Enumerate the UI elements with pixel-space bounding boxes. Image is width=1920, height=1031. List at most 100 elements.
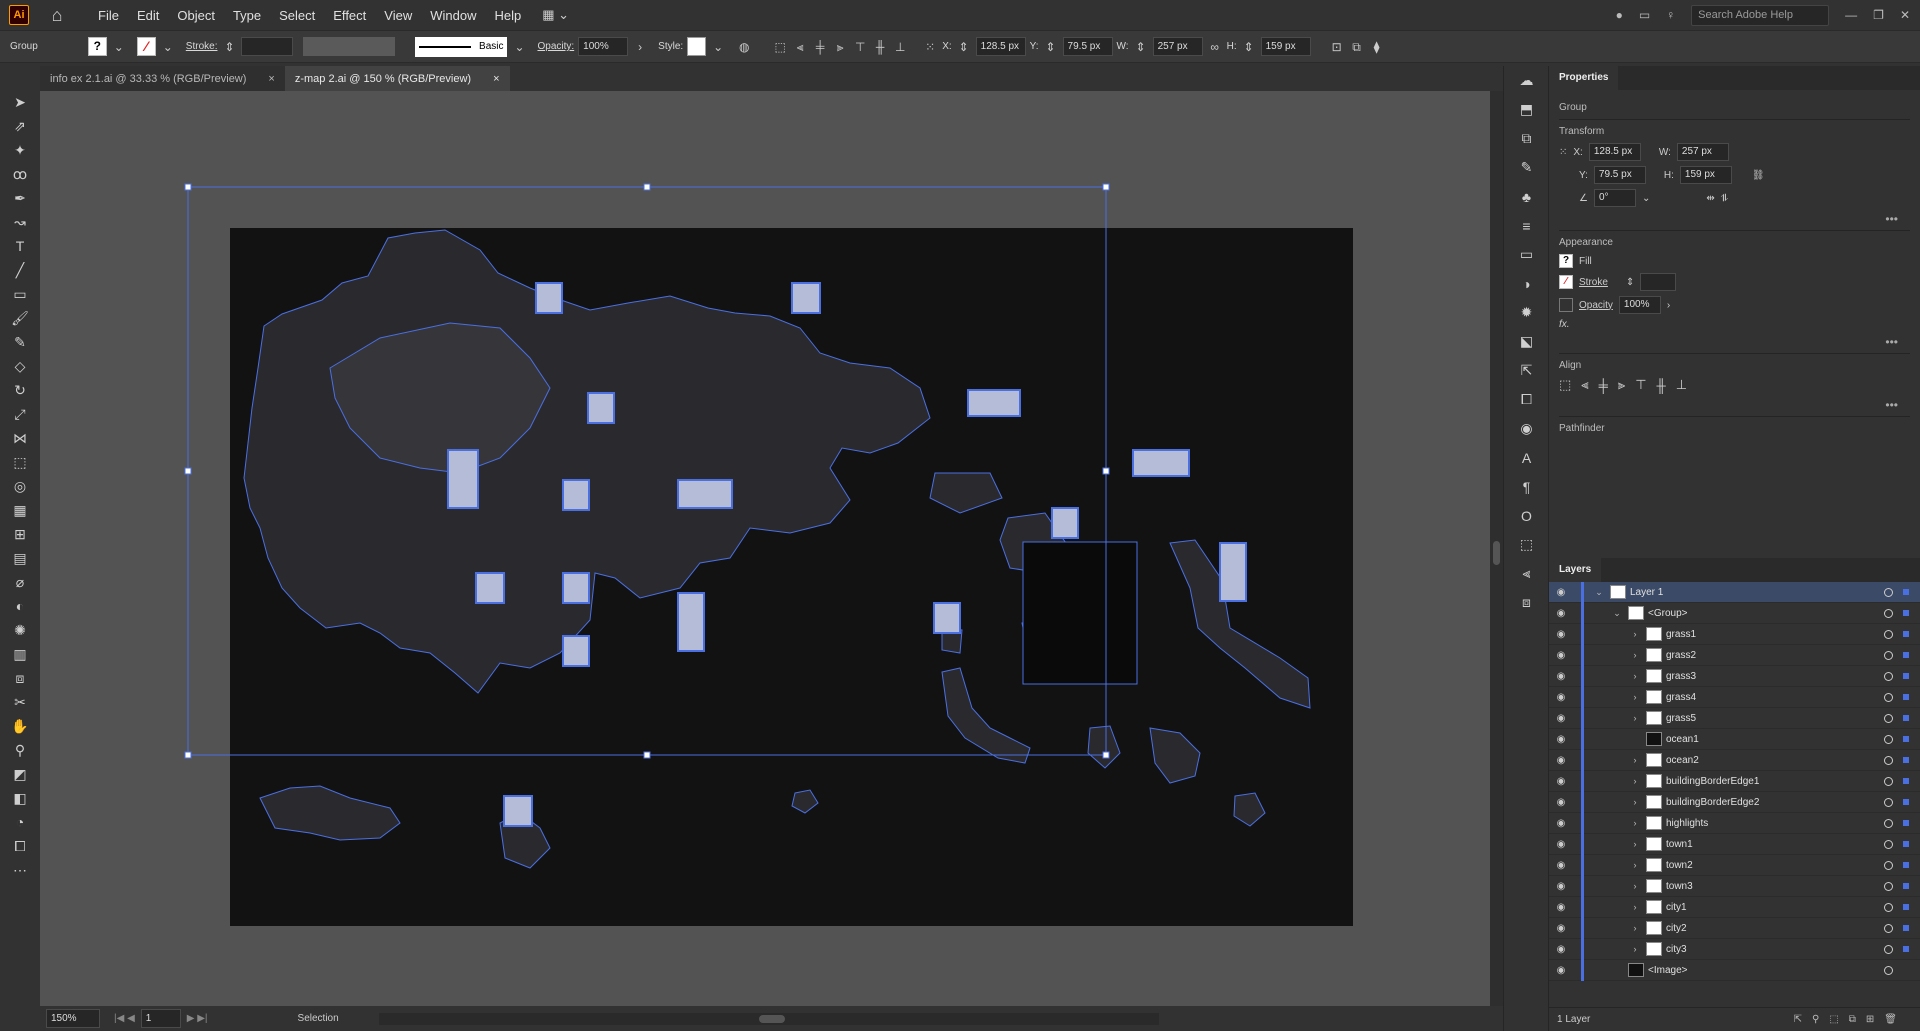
layer-row[interactable]: ◉ › city1 <box>1549 896 1920 918</box>
align-bottom-icon[interactable]: ⊥ <box>1676 377 1687 393</box>
visibility-eye-icon[interactable]: ◉ <box>1549 818 1573 829</box>
selection-indicator[interactable] <box>1903 652 1909 658</box>
stepper-icon[interactable]: ⇕ <box>221 40 237 54</box>
arrange-documents-icon[interactable]: ▭ <box>1639 8 1650 22</box>
expand-chevron-icon[interactable]: › <box>1628 671 1642 681</box>
selection-indicator[interactable] <box>1903 757 1909 763</box>
selection-indicator[interactable] <box>1903 694 1909 700</box>
transform-icon[interactable]: ⊡ <box>1329 40 1345 54</box>
tab-properties[interactable]: Properties <box>1549 66 1619 90</box>
layer-name[interactable]: highlights <box>1666 818 1708 829</box>
fill-swatch[interactable]: ? <box>1559 254 1573 268</box>
expand-chevron-icon[interactable]: › <box>1628 923 1642 933</box>
w-field[interactable]: 257 px <box>1676 143 1729 161</box>
appearance-panel-icon[interactable]: ✹ <box>1504 298 1549 327</box>
stepper-icon[interactable]: ⇕ <box>1043 40 1059 54</box>
visibility-eye-icon[interactable]: ◉ <box>1549 944 1573 955</box>
h-field[interactable]: 159 px <box>1679 166 1732 184</box>
selection-indicator[interactable] <box>1903 715 1909 721</box>
selection-indicator[interactable] <box>1903 736 1909 742</box>
expand-chevron-icon[interactable]: › <box>1628 797 1642 807</box>
target-circle-icon[interactable] <box>1884 672 1893 681</box>
layer-name[interactable]: grass2 <box>1666 650 1696 661</box>
stroke-swatch[interactable]: ⁄ <box>1559 275 1573 289</box>
menu-effect[interactable]: Effect <box>324 8 375 23</box>
menu-file[interactable]: File <box>89 8 128 23</box>
target-circle-icon[interactable] <box>1884 714 1893 723</box>
hand-tool-icon[interactable]: ✋ <box>0 714 40 738</box>
angle-field[interactable]: 0° <box>1593 189 1636 207</box>
visibility-eye-icon[interactable]: ◉ <box>1549 965 1573 976</box>
stroke-weight-field[interactable] <box>241 37 294 56</box>
expand-chevron-icon[interactable]: ⌄ <box>1592 587 1606 598</box>
stroke-panel-icon[interactable]: ≡ <box>1504 211 1549 240</box>
selection-indicator[interactable] <box>1903 610 1909 616</box>
width-tool-icon[interactable]: ⋈ <box>0 426 40 450</box>
color-mode-icon[interactable]: ◧ <box>0 786 40 810</box>
target-circle-icon[interactable] <box>1884 840 1893 849</box>
selection-indicator[interactable] <box>1903 673 1909 679</box>
align-right-icon[interactable]: ⫸ <box>1618 377 1625 393</box>
chevron-down-icon[interactable]: ⌄ <box>111 40 127 54</box>
stroke-label[interactable]: Stroke: <box>186 41 218 52</box>
visibility-eye-icon[interactable]: ◉ <box>1549 839 1573 850</box>
align-left-icon[interactable]: ⫷ <box>792 40 808 54</box>
expand-chevron-icon[interactable]: ⌄ <box>1610 608 1624 619</box>
menu-help[interactable]: Help <box>485 8 530 23</box>
search-help-input[interactable]: Search Adobe Help <box>1691 4 1830 26</box>
gradient-panel-icon[interactable]: ▭ <box>1504 240 1549 269</box>
opacity-label[interactable]: Opacity <box>1579 300 1613 311</box>
more-options-icon[interactable]: ••• <box>1559 398 1910 412</box>
stepper-icon[interactable]: ⇕ <box>1626 277 1634 288</box>
transform-panel-icon[interactable]: ⬚ <box>1504 530 1549 559</box>
eyedropper-icon[interactable]: ⌀ <box>0 570 40 594</box>
curvature-tool-icon[interactable]: ↝ <box>0 210 40 234</box>
expand-chevron-icon[interactable]: › <box>1628 902 1642 912</box>
expand-chevron-icon[interactable]: › <box>1628 755 1642 765</box>
stepper-icon[interactable]: ⇕ <box>1241 40 1257 54</box>
recolor-icon[interactable]: ◍ <box>736 40 752 54</box>
selection-indicator[interactable] <box>1903 778 1909 784</box>
gradient-tool-icon[interactable]: ▤ <box>0 546 40 570</box>
stroke-swatch[interactable]: ⁄ <box>136 37 156 56</box>
visibility-eye-icon[interactable]: ◉ <box>1549 755 1573 766</box>
expand-chevron-icon[interactable]: › <box>1628 692 1642 702</box>
target-circle-icon[interactable] <box>1884 924 1893 933</box>
screen-mode-icon[interactable]: ⧠ <box>0 834 40 858</box>
vertical-scrollbar[interactable] <box>1490 91 1503 1006</box>
visibility-eye-icon[interactable]: ◉ <box>1549 650 1573 661</box>
artboard-tool-icon[interactable]: ⧈ <box>0 666 40 690</box>
layer-name[interactable]: town2 <box>1666 860 1693 871</box>
stepper-icon[interactable]: ⇕ <box>956 40 972 54</box>
close-window-icon[interactable]: ✕ <box>1900 8 1910 22</box>
visibility-eye-icon[interactable]: ◉ <box>1549 734 1573 745</box>
discover-icon[interactable]: ♀ <box>1666 8 1675 22</box>
artboards-icon[interactable]: ⧉ <box>1504 124 1549 153</box>
menu-view[interactable]: View <box>375 8 421 23</box>
visibility-eye-icon[interactable]: ◉ <box>1549 860 1573 871</box>
align-hcenter-icon[interactable]: ╪ <box>1599 378 1608 393</box>
chevron-down-icon[interactable]: ⌄ <box>160 40 176 54</box>
stroke-weight-field[interactable] <box>1640 273 1677 291</box>
target-circle-icon[interactable] <box>1884 798 1893 807</box>
layer-row[interactable]: ◉ › grass4 <box>1549 686 1920 708</box>
layer-row[interactable]: ◉ › city2 <box>1549 917 1920 939</box>
first-artboard-icon[interactable]: |◀ ◀ <box>114 1013 135 1024</box>
expand-chevron-icon[interactable]: › <box>1628 881 1642 891</box>
type-tool-icon[interactable]: T <box>0 234 40 258</box>
status-tool-label[interactable]: Selection <box>298 1013 339 1024</box>
symbol-sprayer-icon[interactable]: ✺ <box>0 618 40 642</box>
visibility-eye-icon[interactable]: ◉ <box>1549 923 1573 934</box>
visibility-eye-icon[interactable]: ◉ <box>1549 881 1573 892</box>
menu-type[interactable]: Type <box>224 8 270 23</box>
lasso-icon[interactable]: ꝏ <box>0 162 40 186</box>
tab-info-ex[interactable]: info ex 2.1.ai @ 33.33 % (RGB/Preview) × <box>40 66 285 91</box>
more-options-icon[interactable]: ⧫ <box>1369 40 1385 54</box>
target-circle-icon[interactable] <box>1884 945 1893 954</box>
zoom-tool-icon[interactable]: ⚲ <box>0 738 40 762</box>
align-to-icon[interactable]: ⬚ <box>1559 377 1571 393</box>
target-circle-icon[interactable] <box>1884 861 1893 870</box>
fx-icon[interactable]: fx. <box>1559 319 1570 330</box>
align-vcenter-icon[interactable]: ╫ <box>872 40 888 54</box>
shaper-tool-icon[interactable]: ✎ <box>0 330 40 354</box>
